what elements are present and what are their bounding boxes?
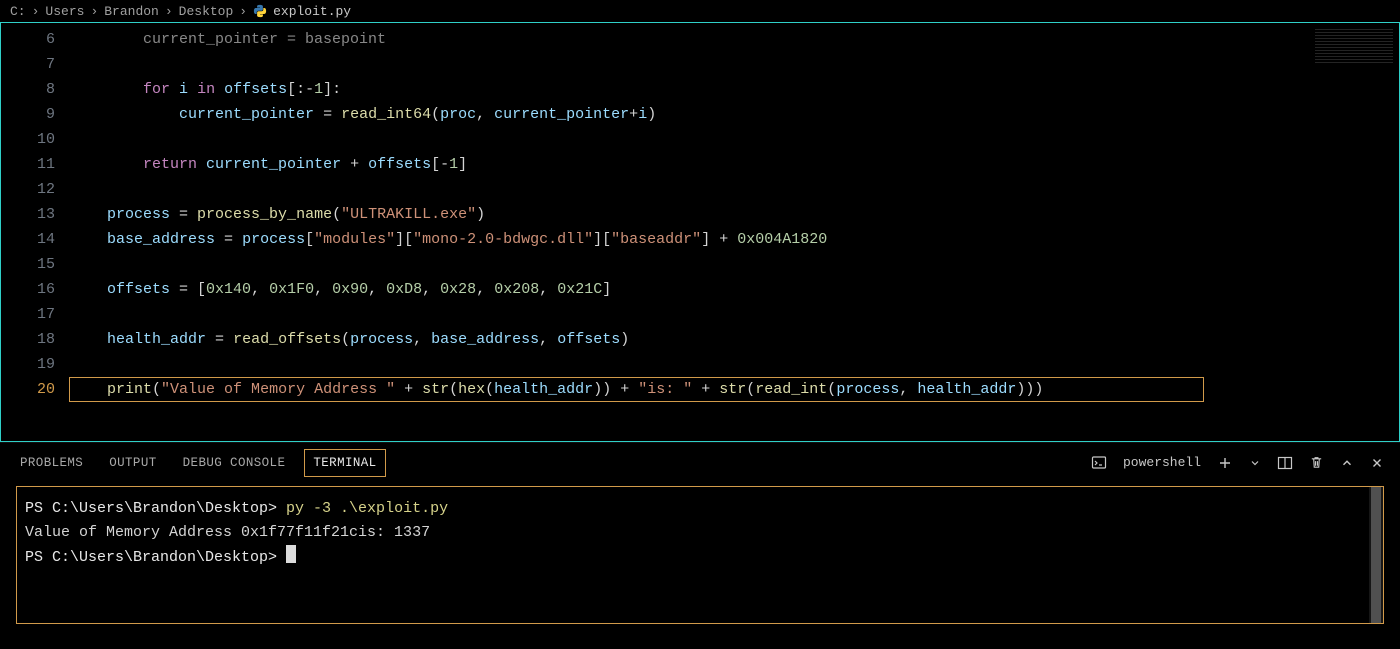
tab-terminal[interactable]: TERMINAL: [311, 456, 378, 470]
line-number: 13: [1, 202, 55, 227]
terminal-dropdown-icon[interactable]: [1249, 457, 1261, 469]
code-line[interactable]: [71, 252, 1304, 277]
tab-problems[interactable]: PROBLEMS: [20, 456, 83, 470]
line-number: 9: [1, 102, 55, 127]
line-number-gutter: 67891011121314151617181920: [1, 23, 71, 441]
code-line[interactable]: print("Value of Memory Address " + str(h…: [71, 377, 1304, 402]
code-line[interactable]: [71, 52, 1304, 77]
terminal-line: PS C:\Users\Brandon\Desktop>: [25, 545, 1375, 570]
minimap[interactable]: [1304, 23, 1399, 441]
code-line[interactable]: process = process_by_name("ULTRAKILL.exe…: [71, 202, 1304, 227]
code-line[interactable]: [71, 177, 1304, 202]
split-terminal-button[interactable]: [1277, 455, 1293, 471]
code-area[interactable]: current_pointer = basepoint for i in off…: [71, 23, 1304, 441]
line-number: 18: [1, 327, 55, 352]
terminal-shell-label[interactable]: powershell: [1123, 455, 1201, 470]
tab-debug-console[interactable]: DEBUG CONSOLE: [183, 456, 286, 470]
terminal-scrollbar[interactable]: [1369, 487, 1383, 623]
code-line[interactable]: offsets = [0x140, 0x1F0, 0x90, 0xD8, 0x2…: [71, 277, 1304, 302]
line-number: 20: [1, 377, 55, 402]
python-icon: [253, 4, 267, 18]
code-line[interactable]: [71, 352, 1304, 377]
code-line[interactable]: return current_pointer + offsets[-1]: [71, 152, 1304, 177]
terminal-line: PS C:\Users\Brandon\Desktop> py -3 .\exp…: [25, 497, 1375, 521]
code-line[interactable]: base_address = process["modules"]["mono-…: [71, 227, 1304, 252]
maximize-panel-button[interactable]: [1340, 456, 1354, 470]
breadcrumb-file[interactable]: exploit.py: [273, 4, 351, 19]
breadcrumb-seg[interactable]: C:: [10, 4, 26, 19]
breadcrumb-seg[interactable]: Desktop: [179, 4, 234, 19]
breadcrumb: C: › Users › Brandon › Desktop › exploit…: [0, 0, 1400, 22]
kill-terminal-button[interactable]: [1309, 455, 1324, 470]
close-panel-button[interactable]: [1370, 456, 1384, 470]
chevron-right-icon: ›: [90, 4, 98, 19]
line-number: 12: [1, 177, 55, 202]
code-line[interactable]: [71, 127, 1304, 152]
code-line[interactable]: health_addr = read_offsets(process, base…: [71, 327, 1304, 352]
terminal[interactable]: PS C:\Users\Brandon\Desktop> py -3 .\exp…: [16, 486, 1384, 624]
code-line[interactable]: [71, 302, 1304, 327]
terminal-shell-icon[interactable]: [1091, 455, 1107, 471]
panel-tabs: PROBLEMS OUTPUT DEBUG CONSOLE TERMINAL p…: [0, 442, 1400, 482]
tab-output[interactable]: OUTPUT: [109, 456, 156, 470]
line-number: 6: [1, 27, 55, 52]
line-number: 19: [1, 352, 55, 377]
breadcrumb-seg[interactable]: Users: [45, 4, 84, 19]
line-number: 17: [1, 302, 55, 327]
code-line[interactable]: current_pointer = basepoint: [71, 27, 1304, 52]
code-editor[interactable]: 67891011121314151617181920 current_point…: [0, 22, 1400, 442]
chevron-right-icon: ›: [32, 4, 40, 19]
chevron-right-icon: ›: [239, 4, 247, 19]
terminal-cursor: [286, 545, 296, 563]
breadcrumb-seg[interactable]: Brandon: [104, 4, 159, 19]
code-line[interactable]: current_pointer = read_int64(proc, curre…: [71, 102, 1304, 127]
line-number: 8: [1, 77, 55, 102]
terminal-line: Value of Memory Address 0x1f77f11f21cis:…: [25, 521, 1375, 545]
new-terminal-button[interactable]: [1217, 455, 1233, 471]
line-number: 14: [1, 227, 55, 252]
line-number: 16: [1, 277, 55, 302]
chevron-right-icon: ›: [165, 4, 173, 19]
line-number: 11: [1, 152, 55, 177]
line-number: 10: [1, 127, 55, 152]
code-line[interactable]: for i in offsets[:-1]:: [71, 77, 1304, 102]
line-number: 7: [1, 52, 55, 77]
line-number: 15: [1, 252, 55, 277]
